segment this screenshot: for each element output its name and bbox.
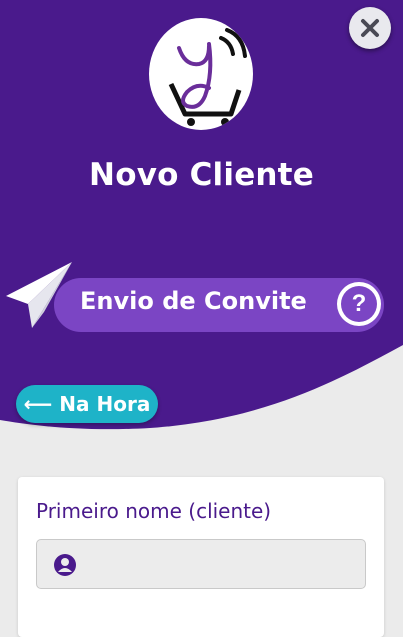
invite-label: Envio de Convite bbox=[80, 287, 307, 315]
first-name-input[interactable] bbox=[91, 540, 355, 590]
na-hora-button[interactable]: ⟵ Na Hora bbox=[16, 385, 158, 423]
paper-plane-icon bbox=[6, 262, 72, 328]
close-button[interactable] bbox=[349, 7, 391, 49]
first-name-label: Primeiro nome (cliente) bbox=[36, 499, 272, 523]
question-circle-icon: ? bbox=[341, 286, 377, 322]
first-name-field[interactable] bbox=[36, 539, 366, 590]
page-title: Novo Cliente bbox=[89, 157, 314, 193]
close-icon bbox=[361, 19, 379, 37]
help-button[interactable]: ? bbox=[337, 282, 381, 326]
user-circle-icon bbox=[54, 554, 76, 576]
app-logo bbox=[149, 18, 253, 130]
shopping-cart-logo-icon bbox=[168, 20, 253, 126]
